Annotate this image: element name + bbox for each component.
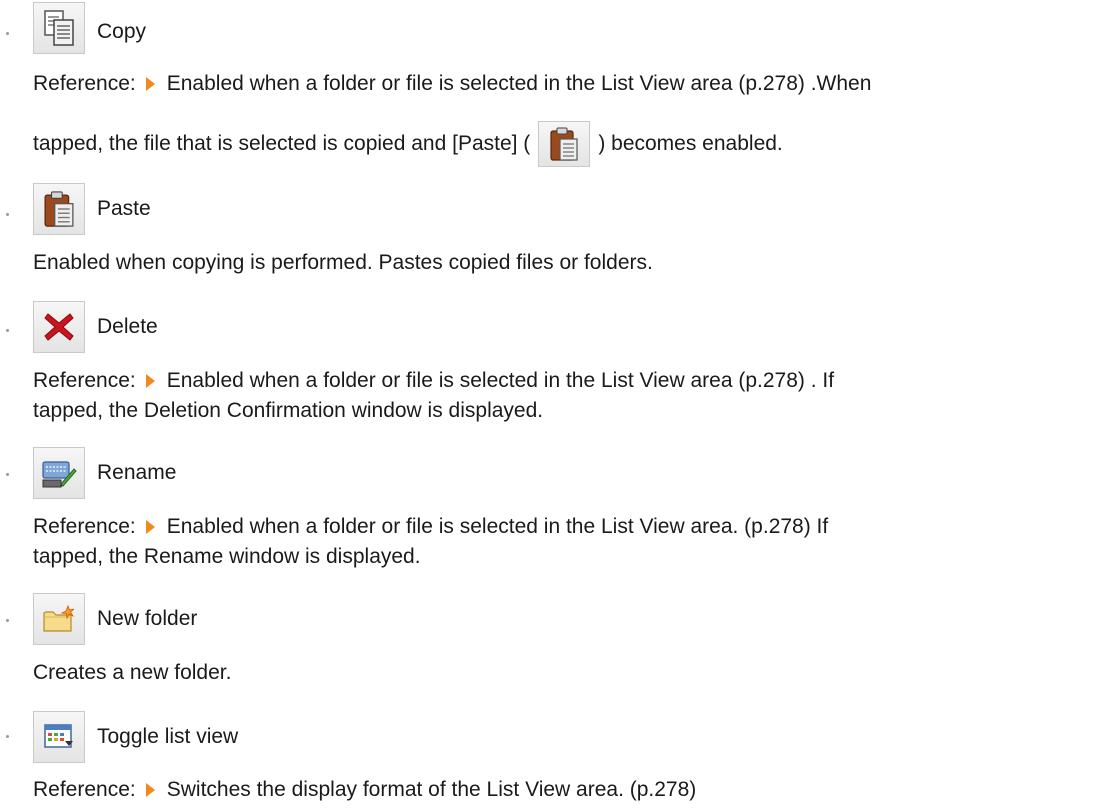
new-folder-button[interactable]: [33, 593, 85, 645]
toggle-list-view-button[interactable]: [33, 711, 85, 763]
bullet: [6, 735, 9, 738]
paste-icon: [44, 191, 74, 227]
description-line: Enabled when a folder or file is selecte…: [166, 72, 872, 95]
reference-label: Reference:: [33, 515, 136, 538]
copy-button[interactable]: [33, 2, 85, 54]
description-line: Switches the display format of the List …: [166, 778, 697, 801]
item-label-paste: Paste: [97, 197, 151, 220]
bullet: [6, 473, 9, 476]
reference-label: Reference:: [33, 369, 136, 392]
delete-icon: [44, 313, 74, 341]
description-delete-line2: tapped, the Deletion Confirmation window…: [33, 396, 1063, 426]
bullet: [6, 32, 9, 35]
description-line: Creates a new folder.: [33, 661, 232, 684]
copy-icon: [44, 10, 74, 46]
description-line: tapped, the file that is selected is cop…: [33, 132, 531, 155]
description-rename: Reference: Enabled when a folder or file …: [33, 512, 1063, 542]
item-label-rename: Rename: [97, 461, 177, 484]
description-line: tapped, the Rename window is displayed.: [33, 545, 421, 568]
description-copy: Reference: Enabled when a folder or file …: [33, 69, 1063, 99]
reference-arrow-icon: [145, 374, 155, 388]
item-label-delete: Delete: [97, 315, 158, 338]
toggle-list-view-icon: [44, 724, 73, 748]
reference-arrow-icon: [145, 77, 155, 91]
description-rename-line2: tapped, the Rename window is displayed.: [33, 542, 1063, 572]
item-label-copy: Copy: [97, 20, 147, 43]
item-label-new-folder: New folder: [97, 607, 198, 630]
rename-icon: [42, 461, 77, 488]
rename-button[interactable]: [33, 447, 85, 499]
paste-button[interactable]: [33, 183, 85, 235]
new-folder-icon: [43, 604, 75, 632]
description-line: Enabled when copying is performed. Paste…: [33, 251, 653, 274]
bullet: [6, 213, 9, 216]
description-delete: Reference: Enabled when a folder or file …: [33, 366, 1063, 396]
paste-inline-button: [538, 121, 591, 168]
description-line: tapped, the Deletion Confirmation window…: [33, 399, 544, 422]
description-copy-line2: tapped, the file that is selected is cop…: [33, 119, 1063, 169]
description-paste: Enabled when copying is performed. Paste…: [33, 248, 1063, 278]
bullet: [6, 619, 9, 622]
description-line: Enabled when a folder or file is selecte…: [166, 369, 835, 392]
description-new-folder: Creates a new folder.: [33, 658, 1063, 688]
delete-button[interactable]: [33, 301, 85, 353]
reference-label: Reference:: [33, 778, 136, 801]
reference-label: Reference:: [33, 72, 136, 95]
item-label-toggle-list-view: Toggle list view: [97, 725, 239, 748]
reference-arrow-icon: [145, 783, 155, 797]
description-line: Enabled when a folder or file is selecte…: [166, 515, 829, 538]
description-line: ) becomes enabled.: [598, 132, 783, 155]
bullet: [6, 329, 9, 332]
paste-icon: [550, 127, 578, 162]
reference-arrow-icon: [145, 520, 155, 534]
description-toggle-list-view: Reference: Switches the display format of…: [33, 775, 1063, 805]
